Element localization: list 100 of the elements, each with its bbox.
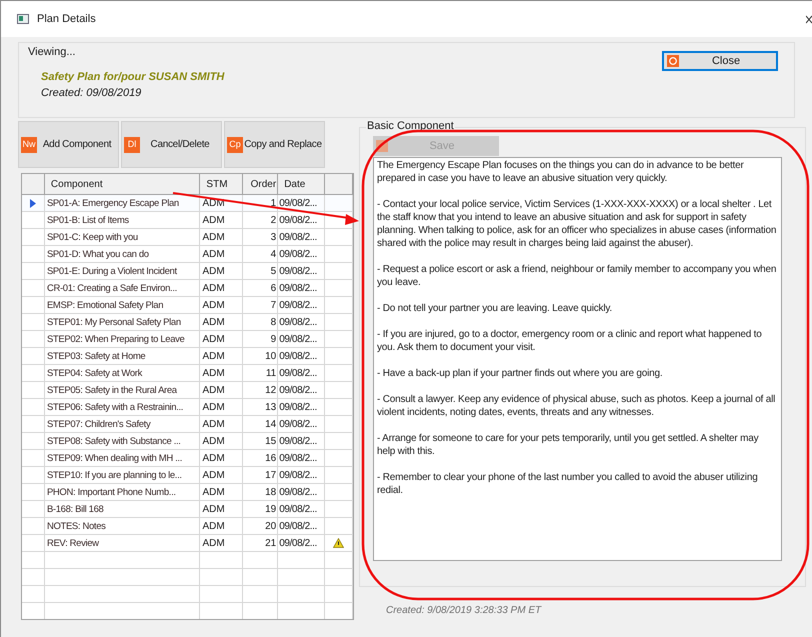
table-cell: CR-01: Creating a Safe Environ... xyxy=(44,280,200,296)
grid-row[interactable]: PHON: Important Phone Numb... ADM 18 09/08/2... xyxy=(22,484,353,501)
table-cell: 4 xyxy=(243,246,278,262)
table-cell: ADM xyxy=(200,229,244,245)
table-cell: 09/08/2... xyxy=(278,535,326,551)
table-cell: ADM xyxy=(200,263,244,279)
table-cell: ADM xyxy=(200,484,244,500)
table-cell: 14 xyxy=(243,416,278,432)
column-header[interactable]: Component xyxy=(44,174,200,194)
table-cell: ADM xyxy=(200,280,244,296)
group-label: Basic Component xyxy=(366,121,455,132)
table-cell: 15 xyxy=(243,433,278,449)
grid-row[interactable]: STEP02: When Preparing to Leave ADM 9 09/08/2... xyxy=(22,331,353,348)
table-cell: 09/08/2... xyxy=(278,484,326,500)
grid-row[interactable]: STEP01: My Personal Safety Plan ADM 8 09/08/2... xyxy=(22,314,353,331)
table-cell: 09/08/2... xyxy=(278,416,326,432)
table-cell: 09/08/2... xyxy=(278,263,326,279)
toolbar-button[interactable]: Nw Add Component xyxy=(18,121,119,168)
table-cell: 6 xyxy=(243,280,278,296)
grid-row[interactable]: STEP06: Safety with a Restrainin... ADM 13 09/08/2... xyxy=(22,399,353,416)
table-cell: 09/08/2... xyxy=(278,365,326,381)
table-cell: ADM xyxy=(200,365,244,381)
grid-row[interactable]: REV: Review ADM 21 09/08/2... xyxy=(22,535,353,552)
viewing-label: Viewing... xyxy=(28,45,76,60)
table-cell: NOTES: Notes xyxy=(44,518,200,534)
window-icon xyxy=(17,14,29,24)
table-cell: ADM xyxy=(200,399,244,415)
column-header[interactable]: STM xyxy=(200,174,244,194)
grid-row[interactable]: STEP04: Safety at Work ADM 11 09/08/2... xyxy=(22,365,353,382)
table-cell: 17 xyxy=(243,467,278,483)
grid-row[interactable]: STEP03: Safety at Home ADM 10 09/08/2... xyxy=(22,348,353,365)
table-cell: B-168: Bill 168 xyxy=(44,501,200,517)
table-cell: 10 xyxy=(243,348,278,364)
grid-row[interactable]: B-168: Bill 168 ADM 19 09/08/2... xyxy=(22,501,353,518)
description-paragraph: - Do not tell your partner you are leaving. Leave quickly. xyxy=(377,302,614,315)
table-cell: 09/08/2... xyxy=(278,382,326,398)
table-cell: STEP02: When Preparing to Leave xyxy=(44,331,200,347)
grid-row[interactable]: STEP05: Safety in the Rural Area ADM 12 09/08/2... xyxy=(22,382,353,399)
table-cell: ADM xyxy=(200,467,244,483)
description-paragraph: - Contact your local police service, Victim Services (1-XXX-XXX-XXXX) or a local shelter . Let the staff know that you intend to leave an abusive situation and ask for support in safety planning. When talking to police, ask for an officer who specializes in abuse cases (information shared with the police may result in charges being laid against the abuser). xyxy=(377,198,778,250)
table-cell: STEP04: Safety at Work xyxy=(44,365,200,381)
table-cell: 09/08/2... xyxy=(278,195,326,211)
table-cell: EMSP: Emotional Safety Plan xyxy=(44,297,200,313)
description-paragraph: - Consult a lawyer. Keep any evidence of physical abuse, such as photos. Keep a journal of all violent incidents, noting dates, events, threats and any witnesses. xyxy=(377,393,776,419)
table-cell: 09/08/2... xyxy=(278,212,326,228)
table-cell: ADM xyxy=(200,212,244,228)
table-cell: 20 xyxy=(243,518,278,534)
table-cell: 21 xyxy=(243,535,278,551)
table-cell: 09/08/2... xyxy=(278,433,326,449)
table-cell: 09/08/2... xyxy=(278,280,326,296)
table-cell: 7 xyxy=(243,297,278,313)
created-date: Created: 09/08/2019 xyxy=(41,86,142,101)
grid-row[interactable]: STEP08: Safety with Substance ... ADM 15 09/08/2... xyxy=(22,433,353,450)
close-icon[interactable] xyxy=(806,14,812,24)
grid-row[interactable]: CR-01: Creating a Safe Environ... ADM 6 09/08/2... xyxy=(22,280,353,297)
table-cell: 09/08/2... xyxy=(278,314,326,330)
description-paragraph: The Emergency Escape Plan focuses on the things you can do in advance to be better prepared in case you have to leave an abusive situation very quickly. xyxy=(377,159,745,185)
table-cell: STEP09: When dealing with MH ... xyxy=(44,450,200,466)
column-header[interactable]: Date xyxy=(278,174,326,194)
table-cell: 1 xyxy=(243,195,278,211)
table-cell: STEP08: Safety with Substance ... xyxy=(44,433,200,449)
toolbar-button[interactable]: Dl Cancel/Delete xyxy=(121,121,222,168)
table-cell: SP01-B: List of Items xyxy=(44,212,200,228)
table-cell: ADM xyxy=(200,518,244,534)
table-cell: 9 xyxy=(243,331,278,347)
grid-row[interactable]: SP01-B: List of Items ADM 2 09/08/2... xyxy=(22,212,353,229)
table-cell: 13 xyxy=(243,399,278,415)
table-cell: 09/08/2... xyxy=(278,501,326,517)
table-cell: 8 xyxy=(243,314,278,330)
table-cell: 5 xyxy=(243,263,278,279)
table-cell: 09/08/2... xyxy=(278,297,326,313)
grid-row[interactable]: EMSP: Emotional Safety Plan ADM 7 09/08/2... xyxy=(22,297,353,314)
table-cell: ADM xyxy=(200,535,244,551)
grid-row[interactable]: SP01-C: Keep with you ADM 3 09/08/2... xyxy=(22,229,353,246)
grid-row[interactable]: NOTES: Notes ADM 20 09/08/2... xyxy=(22,518,353,535)
table-cell: 19 xyxy=(243,501,278,517)
description-textarea[interactable] xyxy=(373,157,782,561)
table-cell: STEP01: My Personal Safety Plan xyxy=(44,314,200,330)
grid-row[interactable]: STEP09: When dealing with MH ... ADM 16 09/08/2... xyxy=(22,450,353,467)
column-header[interactable]: Order xyxy=(243,174,278,194)
table-cell: SP01-D: What you can do xyxy=(44,246,200,262)
table-cell: 18 xyxy=(243,484,278,500)
table-cell: ADM xyxy=(200,331,244,347)
toolbar-icon: Nw xyxy=(21,136,37,152)
grid-row[interactable]: STEP07: Children's Safety ADM 14 09/08/2... xyxy=(22,416,353,433)
toolbar-button[interactable]: Cp Copy and Replace xyxy=(224,121,325,168)
toolbar-icon: Cp xyxy=(227,136,243,152)
table-cell: STEP07: Children's Safety xyxy=(44,416,200,432)
current-row-icon xyxy=(30,198,36,208)
description-paragraph: - If you are injured, go to a doctor, emergency room or a clinic and report what happened to you. Ask them to document your visit. xyxy=(377,328,763,354)
table-cell: 3 xyxy=(243,229,278,245)
table-cell: SP01-A: Emergency Escape Plan xyxy=(44,195,200,211)
close-button[interactable]: Close xyxy=(662,51,778,71)
table-cell: 09/08/2... xyxy=(278,450,326,466)
table-cell: PHON: Important Phone Numb... xyxy=(44,484,200,500)
grid-row[interactable]: SP01-D: What you can do ADM 4 09/08/2... xyxy=(22,246,353,263)
table-cell: ADM xyxy=(200,348,244,364)
description-paragraph: - Have a back-up plan if your partner finds out where you are going. xyxy=(377,367,664,380)
grid-row[interactable]: SP01-E: During a Violent Incident ADM 5 09/08/2... xyxy=(22,263,353,280)
grid-row[interactable]: STEP10: If you are planning to le... ADM 17 09/08/2... xyxy=(22,467,353,484)
